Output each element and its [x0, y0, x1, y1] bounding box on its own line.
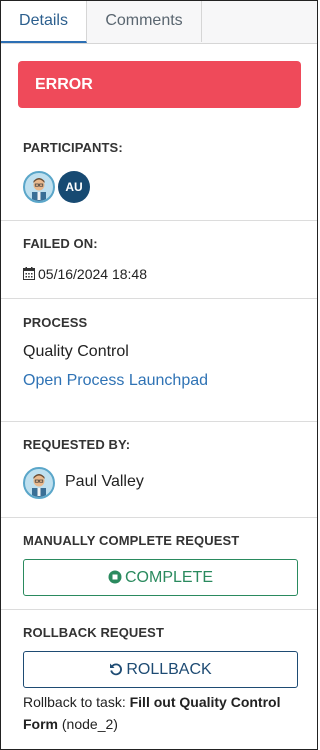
- tab-bar: Details Comments: [1, 1, 317, 44]
- participant-avatar-photo[interactable]: [23, 171, 55, 203]
- status-banner: ERROR: [18, 61, 301, 108]
- divider: [1, 298, 317, 299]
- failed-on-date-row: 05/16/2024 18:48: [23, 266, 147, 282]
- rollback-button-label: ROLLBACK: [126, 661, 212, 678]
- requester-avatar[interactable]: [23, 467, 55, 499]
- tab-details[interactable]: Details: [1, 1, 87, 43]
- undo-icon: [110, 663, 123, 676]
- person-avatar-icon: [32, 474, 46, 497]
- rollback-note-prefix: Rollback to task:: [23, 694, 130, 710]
- divider: [1, 517, 317, 518]
- complete-button[interactable]: COMPLETE: [23, 559, 298, 596]
- open-process-launchpad-link[interactable]: Open Process Launchpad: [23, 372, 208, 390]
- rollback-label: ROLLBACK REQUEST: [23, 625, 164, 640]
- divider: [1, 421, 317, 422]
- participants-label: PARTICIPANTS:: [23, 140, 123, 155]
- failed-on-date: 05/16/2024 18:48: [38, 266, 147, 282]
- divider: [1, 609, 317, 610]
- rollback-button[interactable]: ROLLBACK: [23, 651, 298, 688]
- manual-complete-label: MANUALLY COMPLETE REQUEST: [23, 533, 240, 548]
- rollback-note: Rollback to task: Fill out Quality Contr…: [23, 691, 303, 735]
- requested-by-label: REQUESTED BY:: [23, 437, 131, 452]
- tab-comments[interactable]: Comments: [87, 1, 202, 42]
- participant-avatar-initials[interactable]: AU: [58, 171, 90, 203]
- failed-on-label: FAILED ON:: [23, 236, 98, 251]
- process-name: Quality Control: [23, 343, 129, 360]
- request-details-panel: Details Comments ERROR PARTICIPANTS: AU …: [0, 0, 318, 750]
- divider: [1, 220, 317, 221]
- calendar-icon: [23, 267, 35, 280]
- complete-button-label: COMPLETE: [124, 569, 213, 586]
- process-label: PROCESS: [23, 315, 88, 330]
- rollback-node-id: (node_2): [58, 716, 118, 732]
- person-avatar-icon: [32, 178, 46, 201]
- stop-circle-icon: [108, 570, 122, 584]
- requester-name[interactable]: Paul Valley: [65, 473, 144, 491]
